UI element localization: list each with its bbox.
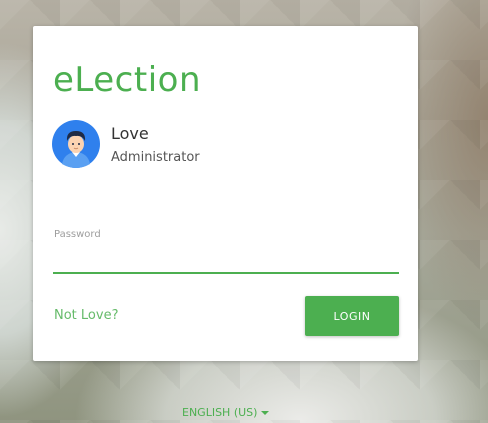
language-selector[interactable]: ENGLISH (US)	[182, 406, 270, 419]
password-label: Password	[54, 229, 101, 240]
user-avatar-icon	[52, 120, 100, 168]
password-field[interactable]	[53, 244, 399, 274]
not-user-link[interactable]: Not Love?	[54, 308, 118, 323]
login-card: eLection Love Administrator Password Not…	[33, 26, 418, 361]
user-role: Administrator	[111, 150, 200, 165]
user-name: Love	[111, 124, 149, 143]
login-button[interactable]: LOGIN	[305, 296, 399, 336]
caret-down-icon	[261, 411, 270, 415]
app-title: eLection	[53, 60, 202, 100]
language-label: ENGLISH (US)	[182, 406, 258, 419]
